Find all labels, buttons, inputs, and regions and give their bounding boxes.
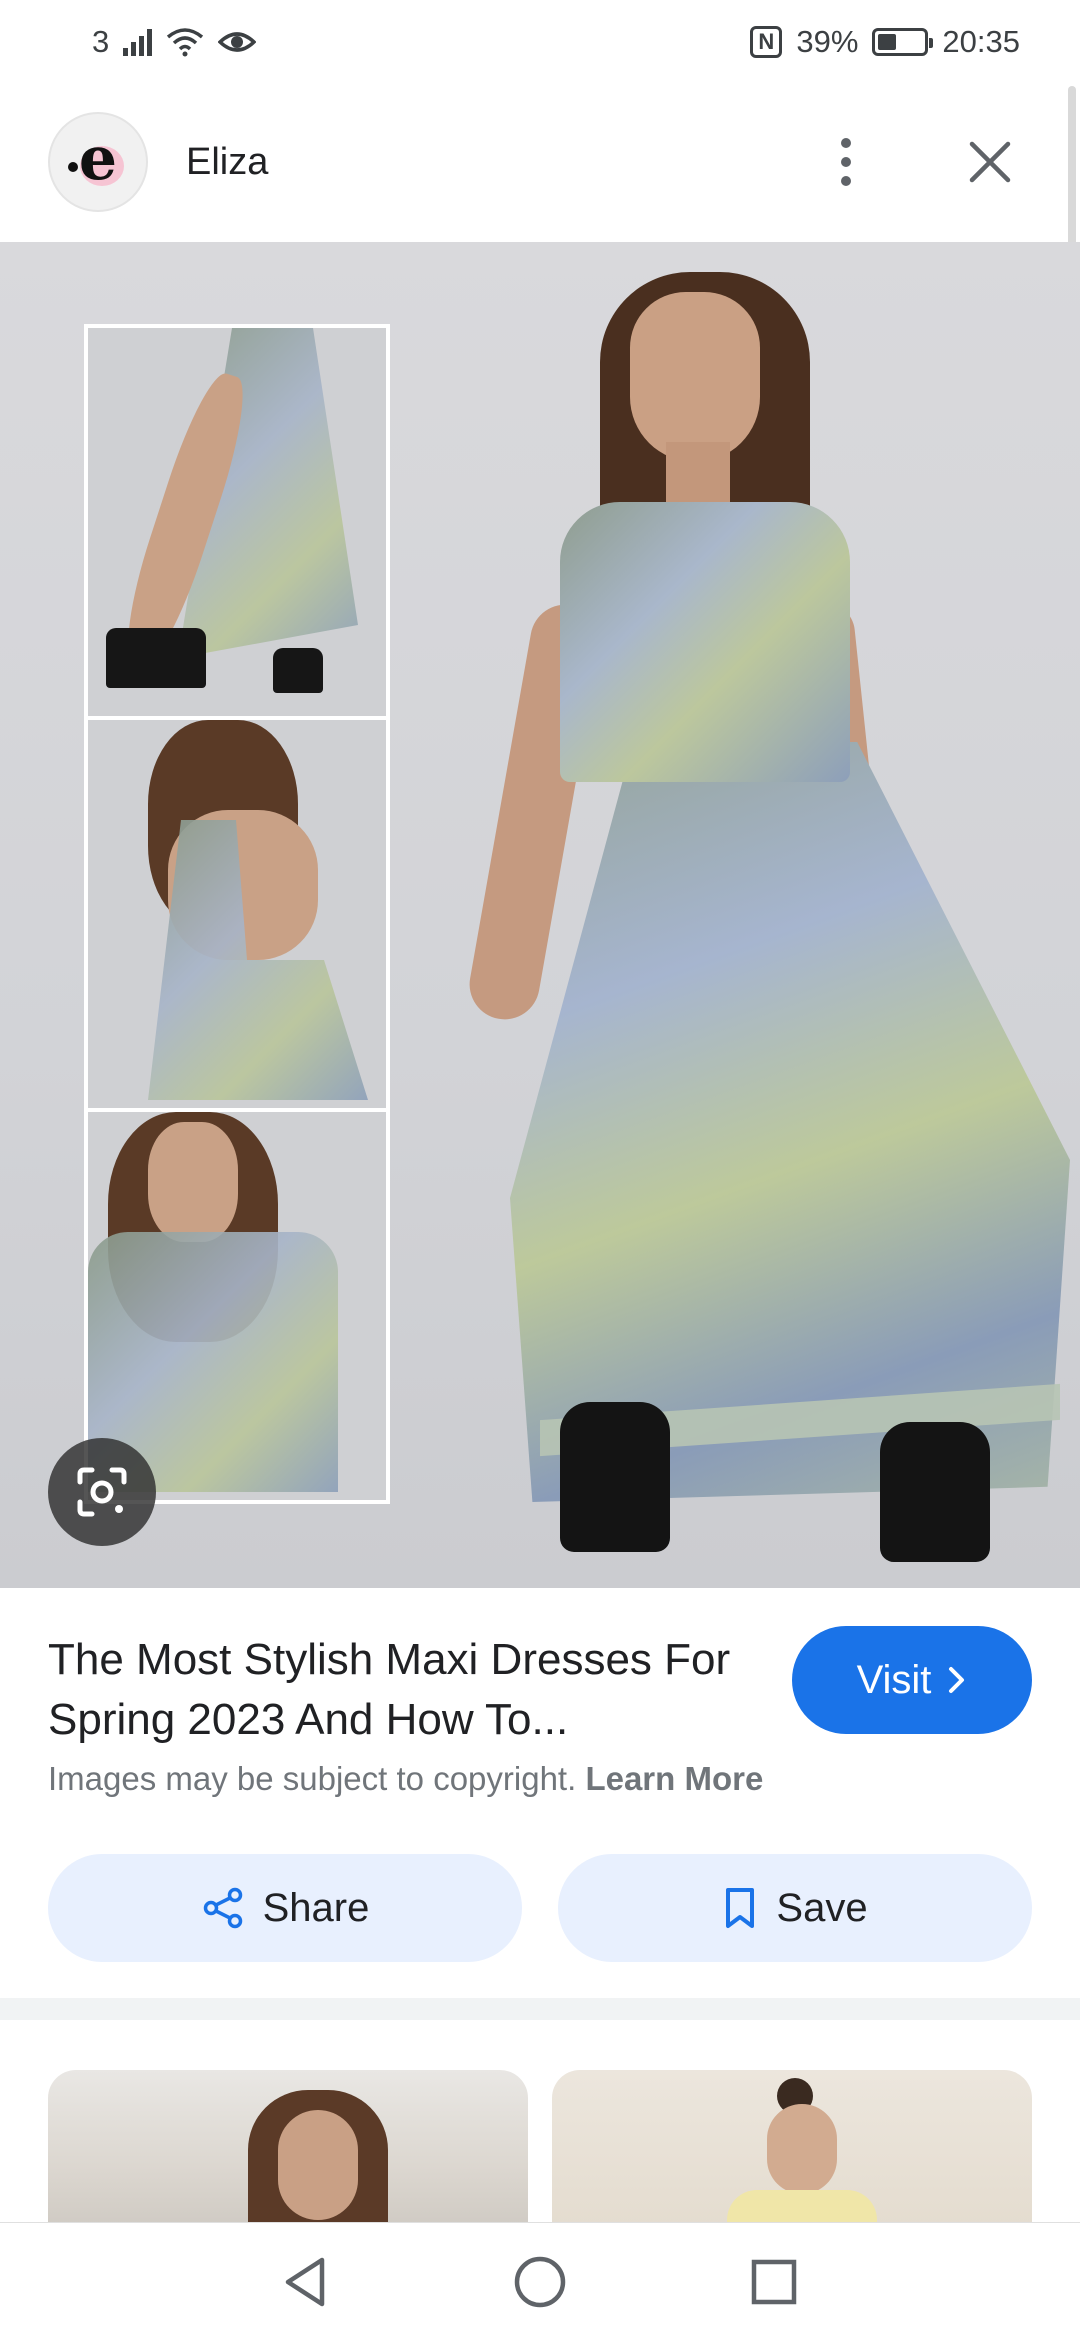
recents-button[interactable] (732, 2240, 816, 2324)
save-label: Save (776, 1885, 868, 1930)
sim-label: 3 (92, 24, 110, 59)
recents-square-icon (751, 2259, 797, 2304)
signal-icon (123, 28, 153, 56)
copyright-notice: Images may be subject to copyright. Lear… (48, 1760, 763, 1798)
avatar-dot (68, 162, 78, 172)
home-circle-icon (514, 2256, 566, 2307)
result-title[interactable]: The Most Stylish Maxi Dresses For Spring… (48, 1630, 768, 1750)
share-label: Share (262, 1885, 370, 1930)
clock: 20:35 (942, 24, 1020, 59)
learn-more-link[interactable]: Learn More (585, 1760, 763, 1797)
lens-search-button[interactable] (48, 1438, 156, 1546)
result-info: The Most Stylish Maxi Dresses For Spring… (0, 1588, 1080, 1998)
status-left: 3 (92, 24, 257, 60)
home-button[interactable] (498, 2240, 582, 2324)
related-image-card[interactable] (48, 2070, 528, 2230)
wifi-icon (167, 28, 204, 57)
avatar-letter: e (78, 124, 118, 194)
close-button[interactable] (948, 120, 1032, 204)
close-icon (969, 141, 1011, 183)
chevron-right-icon (949, 1667, 965, 1693)
battery-percent: 39% (796, 24, 859, 59)
header-actions (804, 120, 1032, 204)
save-button[interactable]: Save (558, 1854, 1032, 1962)
thumbnail-front-bodice (88, 1112, 386, 1500)
main-image[interactable] (0, 242, 1080, 1588)
google-lens-icon (77, 1467, 127, 1517)
back-button[interactable] (264, 2240, 348, 2324)
status-right: N 39% 20:35 (750, 24, 1020, 60)
thumbnail-back-view (88, 720, 386, 1108)
eye-icon (218, 32, 257, 52)
image-collage-strip (84, 324, 390, 1504)
screen: 3 N 39% 20:35 e Eliza The Most Stylish M… (0, 0, 1080, 2340)
battery-icon (872, 28, 934, 56)
back-triangle-icon (285, 2257, 325, 2306)
related-image-card[interactable] (552, 2070, 1032, 2230)
copyright-text: Images may be subject to copyright. (48, 1760, 577, 1797)
status-bar: 3 N 39% 20:35 (0, 0, 1080, 84)
header: e Eliza (0, 84, 1080, 240)
bookmark-icon (726, 1888, 755, 1928)
visit-button[interactable]: Visit (792, 1626, 1032, 1734)
share-button[interactable]: Share (48, 1854, 522, 1962)
system-nav-bar (0, 2222, 1080, 2340)
section-divider (0, 1998, 1080, 2020)
source-avatar[interactable]: e (48, 112, 148, 212)
more-vert-icon (841, 138, 851, 186)
more-options-button[interactable] (804, 120, 888, 204)
source-name[interactable]: Eliza (186, 141, 268, 184)
nfc-icon: N (750, 26, 783, 58)
visit-label: Visit (856, 1657, 932, 1702)
model-figure (464, 242, 1080, 1588)
thumbnail-skirt (88, 328, 386, 716)
battery-fill (878, 34, 896, 50)
share-icon (203, 1887, 242, 1929)
